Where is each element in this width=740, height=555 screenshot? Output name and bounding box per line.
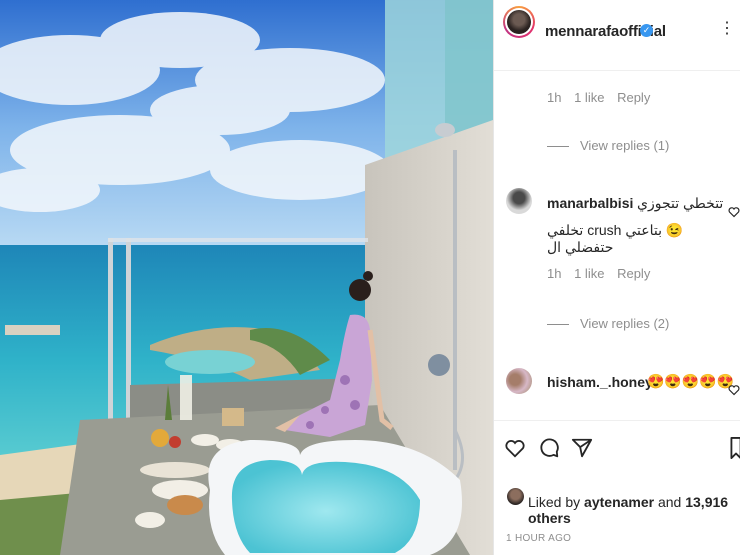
view-replies-label: View replies (1) (580, 138, 670, 153)
commenter-avatar[interactable] (506, 188, 532, 214)
share-icon[interactable] (571, 437, 593, 459)
comment-text-line1: تتخطي تتجوزي (637, 195, 724, 211)
commenter-username[interactable]: manarbalbisi (547, 195, 633, 211)
heart-icon[interactable] (504, 437, 526, 459)
likes-summary: Liked by aytenamer and 13,916 others (528, 494, 740, 526)
comment-likes[interactable]: 1 like (574, 266, 604, 281)
comment-meta: 1h 1 like Reply (547, 90, 659, 105)
commenter-username[interactable]: hisham._.honey (547, 374, 653, 390)
view-replies-button[interactable]: View replies (1) (547, 138, 669, 153)
comment-text-line2: 😉 بتاعتي crush تخلفي حتفضلي ال (547, 222, 684, 255)
comment-icon[interactable] (538, 437, 560, 459)
like-comment-heart-icon[interactable] (728, 384, 740, 396)
post-timestamp[interactable]: 1 HOUR AGO (506, 533, 571, 544)
author-avatar[interactable] (503, 6, 535, 38)
post-side-panel: mennarafaofficial ✓ ⋮ 1h 1 like Reply Vi… (493, 0, 740, 555)
likes-prefix: Liked by (528, 494, 585, 510)
comment-text: 😍😍😍😍😍 (647, 373, 735, 389)
more-options-icon[interactable]: ⋮ (719, 18, 735, 38)
comment-age: 1h (547, 90, 562, 105)
post-image (0, 0, 493, 555)
comment-meta: 1h 1 like Reply (547, 266, 659, 281)
view-replies-label: View replies (2) (580, 316, 670, 331)
verified-badge-icon: ✓ (640, 24, 653, 37)
liker-avatar[interactable] (507, 488, 524, 505)
post-header: mennarafaofficial ✓ ⋮ (494, 0, 740, 71)
comment-likes[interactable]: 1 like (574, 90, 604, 105)
comment-age: 1h (547, 266, 562, 281)
liker-username[interactable]: aytenamer (584, 494, 654, 510)
post-photo[interactable] (0, 0, 493, 555)
reply-button[interactable]: Reply (617, 90, 650, 105)
save-bookmark-icon[interactable] (730, 437, 740, 459)
view-replies-button[interactable]: View replies (2) (547, 316, 669, 331)
likes-middle: and (654, 494, 686, 510)
commenter-avatar[interactable] (506, 368, 532, 394)
reply-button[interactable]: Reply (617, 266, 650, 281)
like-comment-heart-icon[interactable] (728, 206, 740, 218)
